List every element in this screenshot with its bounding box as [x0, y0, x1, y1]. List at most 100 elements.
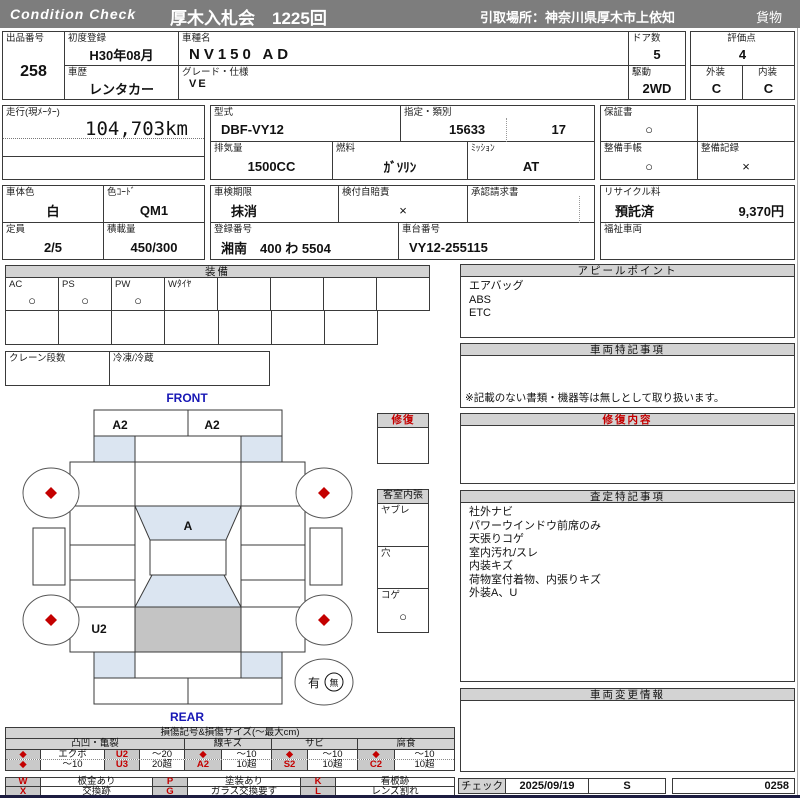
- doors-label: ドア数: [632, 33, 661, 44]
- fuel-label: 燃料: [336, 143, 356, 154]
- class-number-label: 指定・類別: [404, 107, 452, 118]
- cell-drive: 駆動 2WD: [629, 66, 685, 99]
- equip-cell-empty: [324, 278, 377, 310]
- header-bar: Condition Check 厚木入札会 1225回 引取場所：神奈川県厚木市…: [0, 0, 800, 28]
- appeal-line: ABS: [469, 293, 492, 306]
- cabin-burn-value: ○: [399, 609, 407, 624]
- equip-cell-ps: PS ○: [59, 278, 112, 310]
- lot-number-label: 出品番号: [6, 33, 45, 44]
- damage-legend-row-2: ◆ ～10 U3 20超 A2 10超 S2 10超 C2 10超: [6, 760, 454, 770]
- equip-cell-empty: [112, 311, 166, 344]
- cabin-burn-label: コゲ: [381, 590, 401, 601]
- class-number-2: 17: [551, 122, 566, 137]
- approval-divider: [579, 196, 580, 223]
- cabin-cell-burn: コゲ ○: [378, 589, 428, 632]
- insurance-label: 検付自賠責: [342, 187, 390, 198]
- mark-windshield: A: [184, 519, 193, 533]
- equipment-row-2: [5, 310, 378, 345]
- change-info-body: [460, 700, 795, 772]
- legend-cell: C2: [358, 760, 395, 770]
- assessment-line: 外装A、U: [469, 587, 518, 599]
- cell-first-registration: 初度登録 H30年08月: [65, 32, 179, 66]
- registration-number-label: 登録番号: [214, 224, 253, 235]
- legend-group-scratch: 線キズ: [185, 739, 272, 749]
- spare-absent-label: 無: [329, 677, 338, 688]
- cell-approval: 承認請求書: [468, 186, 594, 223]
- appeal-line: ETC: [469, 307, 491, 319]
- recycle-fee: 9,370円: [738, 203, 784, 219]
- rear-corner-left: [93, 651, 136, 679]
- drive-value: 2WD: [642, 81, 672, 96]
- grade-value: VE: [189, 78, 208, 90]
- rear-label: REAR: [170, 710, 204, 724]
- crane-fridge-box: クレーン段数 冷凍/冷蔵: [5, 351, 270, 386]
- cabin-hole-value: [378, 559, 428, 588]
- vehicle-notes-disclaimer: ※記載のない書類・機器等は無しとして取り扱います。: [465, 391, 725, 404]
- cargo-area: [134, 606, 242, 653]
- mileage-empty-row-2: [3, 157, 204, 179]
- class-number-values: 15633 17: [401, 118, 594, 141]
- fridge-label: 冷凍/冷蔵: [113, 353, 154, 364]
- equip-cell-empty: [165, 311, 219, 344]
- legend-cell: ◆: [358, 749, 395, 759]
- equip-cell-empty: [377, 278, 429, 310]
- score-value: 4: [738, 47, 747, 62]
- capacity-label: 定員: [6, 224, 26, 235]
- legend-cell: 10超: [308, 760, 358, 770]
- score-label: 評価点: [727, 33, 756, 44]
- code-k-desc: 看板跡: [380, 776, 410, 787]
- cell-registration-number: 登録番号 湘南 400 わ 5504: [211, 223, 399, 259]
- cell-insurance: 検付自賠責 ×: [339, 186, 468, 223]
- equip-cell-empty: [272, 311, 325, 344]
- equip-cell-pw: PW ○: [112, 278, 165, 310]
- cell-load: 積載量 450/300: [104, 223, 204, 259]
- mark-bumper-left: A2: [112, 418, 128, 432]
- class-divider: [506, 118, 507, 142]
- equip-cell-empty: [219, 311, 272, 344]
- cell-books-empty: [698, 106, 794, 142]
- equip-cell-ac: AC ○: [6, 278, 59, 310]
- check-label: チェック: [458, 778, 506, 794]
- spec-box: 型式 DBF-VY12 指定・類別 15633 17 排気量 1500CC 燃料…: [210, 105, 595, 180]
- body-color-label: 車体色: [6, 187, 35, 198]
- repair-box-body: [377, 427, 429, 464]
- cell-score: 評価点 4: [691, 32, 794, 66]
- check-code: 0258: [672, 778, 795, 794]
- legend-cell: 10超: [414, 759, 435, 770]
- equip-label: PW: [115, 279, 131, 290]
- legend-cell: U2: [105, 749, 140, 759]
- vehicle-notes-body: ※記載のない書類・機器等は無しとして取り扱います。: [460, 355, 795, 408]
- cell-transmission: ﾐｯｼｮﾝ AT: [468, 142, 594, 179]
- mark-rear-left: U2: [91, 622, 107, 636]
- equip-label: Wﾀｲﾔ: [168, 279, 192, 290]
- recycle-values: 預託済 9,370円: [601, 198, 794, 222]
- cell-fuel: 燃料 ｶﾞｿﾘﾝ: [333, 142, 468, 179]
- legend-cell: ～10: [414, 748, 435, 760]
- legend-group-rust: サビ: [272, 739, 358, 749]
- main-info-table: 出品番号 258 初度登録 H30年08月 車種名 NV150 AD ドア数 5…: [2, 31, 686, 100]
- cabin-box-body: ヤブレ 穴 コゲ ○: [377, 503, 429, 633]
- equip-cell-empty: [218, 278, 271, 310]
- model-code-value: DBF-VY12: [221, 122, 284, 137]
- cell-color-code: 色ｺｰﾄﾞ QM1: [104, 186, 204, 223]
- code-w-desc: 板金あり: [41, 777, 153, 787]
- legend-cell: ～20: [140, 749, 185, 759]
- page-bottom-rule: [0, 795, 800, 798]
- hood-corner-left: [93, 435, 136, 463]
- cell-fridge: 冷凍/冷蔵: [110, 352, 269, 385]
- color-code-label: 色ｺｰﾄﾞ: [107, 187, 136, 198]
- legend-cell: ◆: [6, 749, 41, 759]
- recycle-box: リサイクル料 預託済 9,370円 福祉車両: [600, 185, 795, 260]
- code-w: W: [6, 777, 41, 787]
- mileage-value: 104,703km: [85, 118, 188, 140]
- load-value: 450/300: [130, 239, 178, 255]
- load-label: 積載量: [107, 224, 136, 235]
- model-name-value: NV150 AD: [189, 46, 293, 63]
- cabin-tear-label: ヤブレ: [381, 505, 410, 516]
- legend-cell: ～10: [222, 749, 272, 759]
- category-badge: 貨物: [756, 10, 783, 25]
- repair-box-header: 修復: [377, 413, 429, 428]
- cell-maintenance-book: 整備手帳 ○: [601, 142, 698, 179]
- legend-cell: 10超: [222, 760, 272, 770]
- assessment-line: パワーウインドウ前席のみ: [469, 519, 601, 532]
